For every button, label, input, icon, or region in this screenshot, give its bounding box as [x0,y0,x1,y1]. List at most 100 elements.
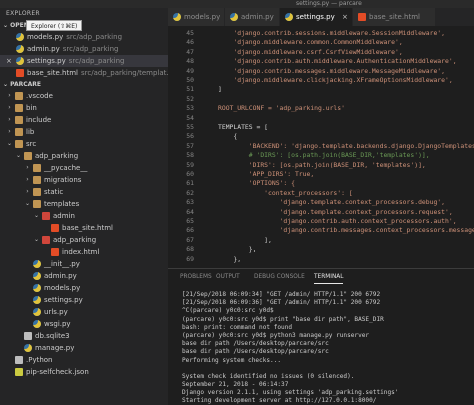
tab-models-py[interactable]: models.py [168,8,224,26]
panel-tab-terminal[interactable]: TERMINAL [314,271,344,284]
tree-item[interactable]: pip-selfcheck.json [0,366,168,378]
open-editor-item[interactable]: models.py src/adp_parking [0,31,168,43]
tree-item[interactable]: › include [0,114,168,126]
terminal-line: Starting development server at http://12… [182,397,377,405]
line-text: { [218,132,238,141]
tree-item[interactable]: __init__.py [0,258,168,270]
tree-item[interactable]: › .vscode [0,90,168,102]
panel-tab-debug-console[interactable]: DEBUG CONSOLE [254,271,305,283]
html-file-icon [358,13,366,21]
tab-admin-py[interactable]: admin.py [225,8,279,26]
tab-settings-py[interactable]: settings.py × [280,8,352,26]
chevron-right-icon[interactable]: › [6,90,13,102]
tree-item[interactable]: › lib [0,126,168,138]
tree-item[interactable]: index.html [0,246,168,258]
panel-tab-problems[interactable]: PROBLEMS [180,271,212,283]
code-line: 58 # 'DIRS': [os.path.join(BASE_DIR,'tem… [168,151,474,160]
chevron-right-icon[interactable]: › [24,174,31,186]
tree-item[interactable]: urls.py [0,306,168,318]
open-editor-item[interactable]: admin.py src/adp_parking [0,43,168,55]
chevron-right-icon[interactable]: › [6,102,13,114]
terminal-line: [21/Sep/2018 06:09:36] "GET /admin/ HTTP… [182,299,381,307]
terminal-line: (parcare) y0c0:src y0d$ python3 manage.p… [182,331,370,339]
chevron-down-icon[interactable]: ⌄ [6,138,13,150]
tree-item-label: db.sqlite3 [35,332,70,340]
code-line: 57 'BACKEND': 'django.template.backends.… [168,142,474,151]
chevron-down-icon[interactable]: ⌄ [24,198,31,210]
tree-item[interactable]: ⌄ adp_parking [0,150,168,162]
code-line: 66 'django.contrib.messages.context_proc… [168,226,474,235]
folder-icon [15,104,23,112]
code-line: 64 'django.template.context_processors.r… [168,208,474,217]
tree-item[interactable]: ⌄ admin [0,210,168,222]
python-file-icon [33,284,41,292]
chevron-down-icon[interactable]: ⌄ [33,234,40,246]
file-name: models.py [27,33,64,41]
code-line: 65 'django.contrib.auth.context_processo… [168,217,474,226]
chevron-right-icon[interactable]: › [24,186,31,198]
open-editor-item[interactable]: × settings.py src/adp_parking [0,55,168,67]
chevron-down-icon[interactable]: ⌄ [33,210,40,222]
tree-item[interactable]: settings.py [0,294,168,306]
tree-item[interactable]: › migrations [0,174,168,186]
tree-item[interactable]: base_site.html [0,222,168,234]
code-line: 47 'django.middleware.csrf.CsrfViewMiddl… [168,48,474,57]
tree-item[interactable]: manage.py [0,342,168,354]
tree-item[interactable]: wsgi.py [0,318,168,330]
tree-item-label: static [44,188,64,196]
tree-item[interactable]: › bin [0,102,168,114]
file-tree: › .vscode › bin › include › lib ⌄ src ⌄ adp_parking… [0,90,168,378]
line-number: 64 [186,207,194,216]
open-editor-item[interactable]: base_site.html src/adp_parking/templat... [0,67,168,79]
window-title: settings.py — parcare [296,0,362,7]
line-number: 48 [186,57,194,66]
chevron-down-icon[interactable]: ⌄ [15,150,22,162]
json-file-icon [15,368,23,376]
tree-item[interactable]: ⌄ src [0,138,168,150]
code-line: 49 'django.contrib.messages.middleware.M… [168,67,474,76]
tree-item[interactable]: .Python [0,354,168,366]
code-line: 45 'django.contrib.sessions.middleware.S… [168,29,474,38]
python-file-icon [16,57,24,65]
code-editor[interactable]: 45 'django.contrib.sessions.middleware.S… [168,26,474,268]
code-line: 63 'django.template.context_processors.d… [168,198,474,207]
close-icon[interactable]: × [342,8,348,26]
line-number: 54 [186,113,194,122]
folder-icon [15,92,23,100]
tree-item-label: src [26,140,37,148]
terminal-output[interactable]: [21/Sep/2018 06:09:34] "GET /admin/ HTTP… [182,291,472,405]
line-text: ROOT_URLCONF = 'adp_parking.urls' [218,104,345,113]
line-text: 'django.middleware.clickjacking.XFrameOp… [218,76,453,84]
python-file-icon [285,13,293,21]
project-header[interactable]: ⌄ PARCARE [0,79,168,90]
tree-item[interactable]: ⌄ adp_parking [0,234,168,246]
code-line: 52 [168,95,474,104]
tree-item[interactable]: › __pycache__ [0,162,168,174]
line-text: }, [218,245,257,254]
line-text: ], [218,235,272,244]
panel-tab-output[interactable]: OUTPUT [216,271,240,283]
close-icon[interactable]: × [6,55,12,67]
tree-item[interactable]: models.py [0,282,168,294]
folder-icon [33,200,41,208]
line-text: 'django.contrib.sessions.middleware.Sess… [218,29,446,37]
tree-item-label: __init__.py [44,260,80,268]
open-editor-label: base_site.html src/adp_parking/templat... [27,67,168,79]
tab-base_site-html[interactable]: base_site.html [353,8,435,26]
chevron-right-icon[interactable]: › [6,126,13,138]
python-file-icon [33,320,41,328]
title-bar: settings.py — parcare [0,0,474,8]
line-number: 63 [186,198,194,207]
panel-tabs: PROBLEMS OUTPUT DEBUG CONSOLE TERMINAL [168,271,474,284]
code-line: 69 }, [168,255,474,264]
tree-item[interactable]: › static [0,186,168,198]
code-line: 68 }, [168,245,474,254]
open-editor-label: settings.py src/adp_parking [27,55,124,67]
chevron-right-icon[interactable]: › [24,162,31,174]
tree-item[interactable]: admin.py [0,270,168,282]
bottom-panel: PROBLEMS OUTPUT DEBUG CONSOLE TERMINAL [21/… [168,268,474,405]
chevron-right-icon[interactable]: › [6,114,13,126]
tree-item[interactable]: ⌄ templates [0,198,168,210]
tree-item[interactable]: db.sqlite3 [0,330,168,342]
line-text: 'django.contrib.messages.context_process… [218,226,474,235]
